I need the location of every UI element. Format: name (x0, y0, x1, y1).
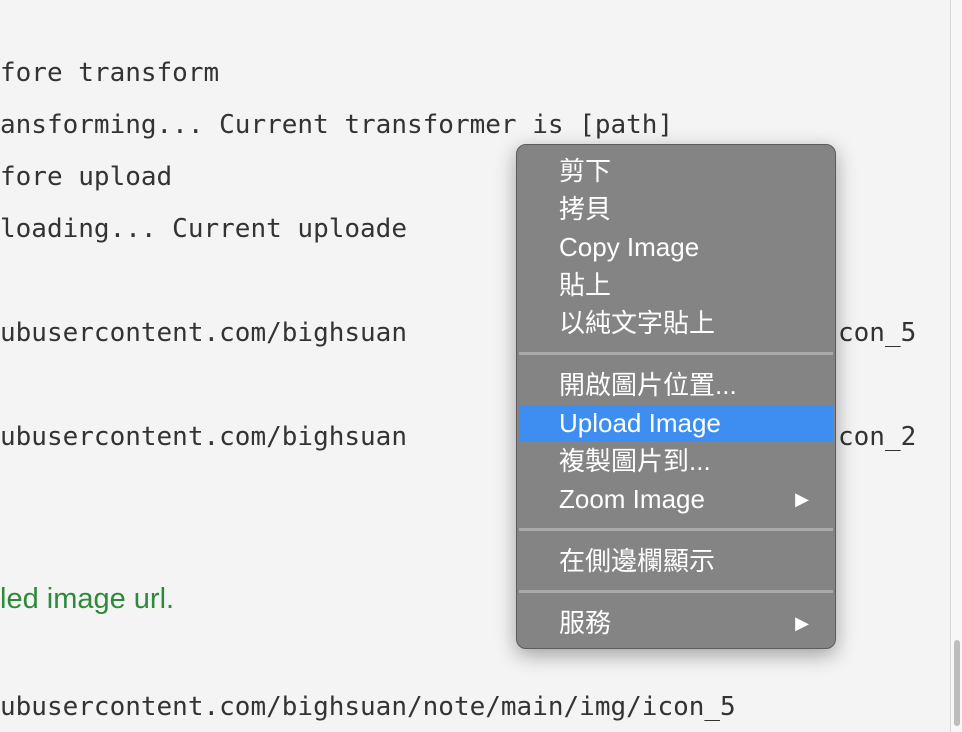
log-line-before-upload: fore upload (0, 162, 173, 192)
menu-item-label: 貼上 (559, 270, 612, 300)
menu-item-label: 開啟圖片位置... (559, 370, 737, 400)
menu-item-label: Copy Image (559, 232, 700, 262)
menu-separator (519, 352, 833, 355)
menu-item-upload-image[interactable]: Upload Image (519, 405, 833, 441)
menu-separator (519, 528, 833, 531)
log-line-url-1: ubusercontent.com/bighsuan (0, 318, 407, 348)
menu-item-cut[interactable]: 剪下 (519, 153, 833, 189)
context-menu: 剪下 拷貝 Copy Image 貼上 以純文字貼上 開啟圖片位置... Upl… (516, 144, 836, 649)
log-line-uploading: loading... Current uploade (0, 214, 407, 244)
scrollbar-thumb[interactable] (954, 640, 960, 726)
menu-separator (519, 590, 833, 593)
menu-item-copy-image[interactable]: Copy Image (519, 229, 833, 265)
menu-item-open-image-location[interactable]: 開啟圖片位置... (519, 367, 833, 403)
log-line-url-2-tail: con_2 (838, 422, 917, 452)
menu-item-label: 複製圖片到... (559, 446, 711, 476)
menu-item-copy[interactable]: 拷貝 (519, 191, 833, 227)
menu-item-label: 拷貝 (559, 194, 612, 224)
menu-item-label: 剪下 (559, 156, 612, 186)
log-line-transforming: ansforming... Current transformer is [pa… (0, 110, 674, 140)
menu-item-label: Upload Image (559, 408, 721, 438)
menu-item-label: 在側邊欄顯示 (559, 546, 716, 576)
menu-item-copy-image-to[interactable]: 複製圖片到... (519, 443, 833, 479)
vertical-scrollbar[interactable] (950, 0, 962, 732)
log-line-url-3: ubusercontent.com/bighsuan/note/main/img… (0, 692, 736, 722)
menu-item-show-in-sidebar[interactable]: 在側邊欄顯示 (519, 543, 833, 579)
menu-item-label: 服務 (559, 608, 612, 638)
log-line-before-transform: fore transform (0, 58, 220, 88)
menu-item-paste-plain-text[interactable]: 以純文字貼上 (519, 305, 833, 341)
submenu-arrow-icon: ▶ (795, 489, 809, 509)
menu-item-label: Zoom Image (559, 484, 705, 514)
status-message: led image url. (0, 583, 175, 615)
menu-item-paste[interactable]: 貼上 (519, 267, 833, 303)
menu-item-zoom-image[interactable]: Zoom Image ▶ (519, 481, 833, 517)
submenu-arrow-icon: ▶ (795, 613, 809, 633)
log-line-url-2: ubusercontent.com/bighsuan (0, 422, 407, 452)
menu-item-label: 以純文字貼上 (559, 308, 716, 338)
menu-item-services[interactable]: 服務 ▶ (519, 605, 833, 641)
log-line-url-1-tail: con_5 (838, 318, 917, 348)
